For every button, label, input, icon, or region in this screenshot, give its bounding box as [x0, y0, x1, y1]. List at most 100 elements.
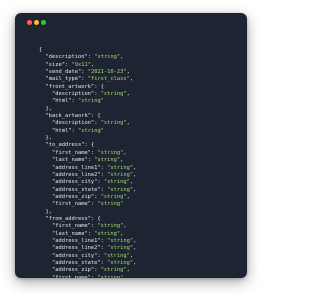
code-line: "address_state": "string",	[39, 260, 241, 267]
json-key: "html"	[51, 127, 72, 134]
code-line: "mail_type": "first_class",	[39, 76, 241, 83]
json-punctuation: ,	[133, 164, 137, 171]
json-string-value: "string"	[100, 193, 127, 200]
code-line: "address_zip": "string",	[39, 267, 241, 274]
code-line: },	[39, 209, 241, 216]
code-line: "to_address": {	[39, 142, 241, 149]
json-key: "address_zip"	[51, 193, 95, 200]
code-line: "html": "string"	[39, 128, 241, 135]
json-punctuation: ,	[120, 157, 124, 164]
json-punctuation: ,	[129, 76, 134, 83]
json-string-value: "string"	[100, 120, 127, 127]
json-key: "description"	[51, 91, 95, 98]
json-key: "first_name"	[51, 274, 91, 278]
code-line: {	[39, 47, 241, 54]
code-line: "address_city": "string",	[39, 253, 241, 260]
json-punctuation: ,	[133, 245, 137, 252]
json-key: "first_name"	[51, 149, 91, 156]
json-key: "address_line1"	[51, 164, 101, 171]
json-key: "address_line2"	[51, 171, 101, 178]
code-line: "address_line1": "string",	[39, 165, 241, 172]
json-key: "front_artwork"	[45, 83, 95, 90]
json-string-value: "string"	[107, 186, 134, 193]
code-line: "first_name": "string"	[39, 201, 241, 208]
code-line: "address_state": "string",	[39, 187, 241, 194]
json-code-block: { "description": "string", "size": "9x11…	[39, 47, 241, 278]
json-punctuation: ,	[133, 259, 137, 266]
code-line: "last_name": "string",	[39, 231, 241, 238]
json-string-value: "string"	[103, 252, 130, 259]
code-line: "size": "9x11",	[39, 62, 241, 69]
json-string-value: "string"	[100, 267, 127, 274]
minimize-window-button[interactable]	[34, 20, 39, 25]
window-titlebar	[15, 13, 247, 31]
json-key: "last_name"	[51, 230, 88, 237]
json-key: "from_address"	[45, 215, 91, 222]
code-line: "from_address": {	[39, 216, 241, 223]
json-key: "address_zip"	[51, 267, 95, 274]
json-key: "address_state"	[51, 186, 101, 193]
json-string-value: "string"	[97, 201, 124, 208]
json-key: "address_city"	[51, 179, 98, 186]
json-key: "description"	[51, 120, 95, 127]
json-punctuation: ,	[126, 120, 130, 127]
json-key: "mail_type"	[45, 76, 82, 83]
code-line: "address_line2": "string",	[39, 172, 241, 179]
json-string-value: "string"	[97, 149, 124, 156]
code-line: "html": "string"	[39, 98, 241, 105]
json-punctuation: ,	[126, 193, 130, 200]
json-string-value: "string"	[107, 171, 134, 178]
json-punctuation: : {	[90, 215, 101, 222]
json-punctuation: ,	[126, 91, 130, 98]
json-key: "send_date"	[45, 69, 82, 76]
code-line: "back_artwork": {	[39, 113, 241, 120]
json-key: "html"	[51, 98, 72, 105]
code-line: "address_line1": "string",	[39, 238, 241, 245]
json-string-value: "string"	[97, 274, 124, 278]
json-punctuation: ,	[133, 186, 137, 193]
json-punctuation: ,	[90, 61, 95, 68]
json-punctuation: },	[45, 105, 53, 112]
json-string-value: "9x11"	[71, 61, 91, 68]
json-key: "address_line2"	[51, 245, 101, 252]
code-line: },	[39, 106, 241, 113]
json-string-value: "2021-10-23"	[87, 69, 127, 76]
json-string-value: "string"	[77, 98, 104, 105]
json-punctuation: ,	[120, 230, 124, 237]
json-key: "first_name"	[51, 201, 91, 208]
code-line: "last_name": "string",	[39, 157, 241, 164]
json-key: "address_state"	[51, 259, 101, 266]
close-window-button[interactable]	[27, 20, 32, 25]
json-string-value: "string"	[107, 259, 134, 266]
json-string-value: "string"	[94, 230, 121, 237]
json-key: "first_name"	[51, 223, 91, 230]
json-punctuation: ,	[133, 171, 137, 178]
json-string-value: "string"	[77, 127, 104, 134]
json-punctuation: ,	[129, 252, 134, 259]
code-line: "first_name": "string"	[39, 275, 241, 278]
maximize-window-button[interactable]	[41, 20, 46, 25]
json-key: "address_city"	[51, 252, 98, 259]
code-line: "description": "string",	[39, 54, 241, 61]
code-line: "description": "string",	[39, 91, 241, 98]
json-string-value: "string"	[103, 179, 130, 186]
json-string-value: "first_class"	[87, 76, 130, 83]
code-line: "address_line2": "string",	[39, 245, 241, 252]
json-string-value: "string"	[100, 91, 127, 98]
